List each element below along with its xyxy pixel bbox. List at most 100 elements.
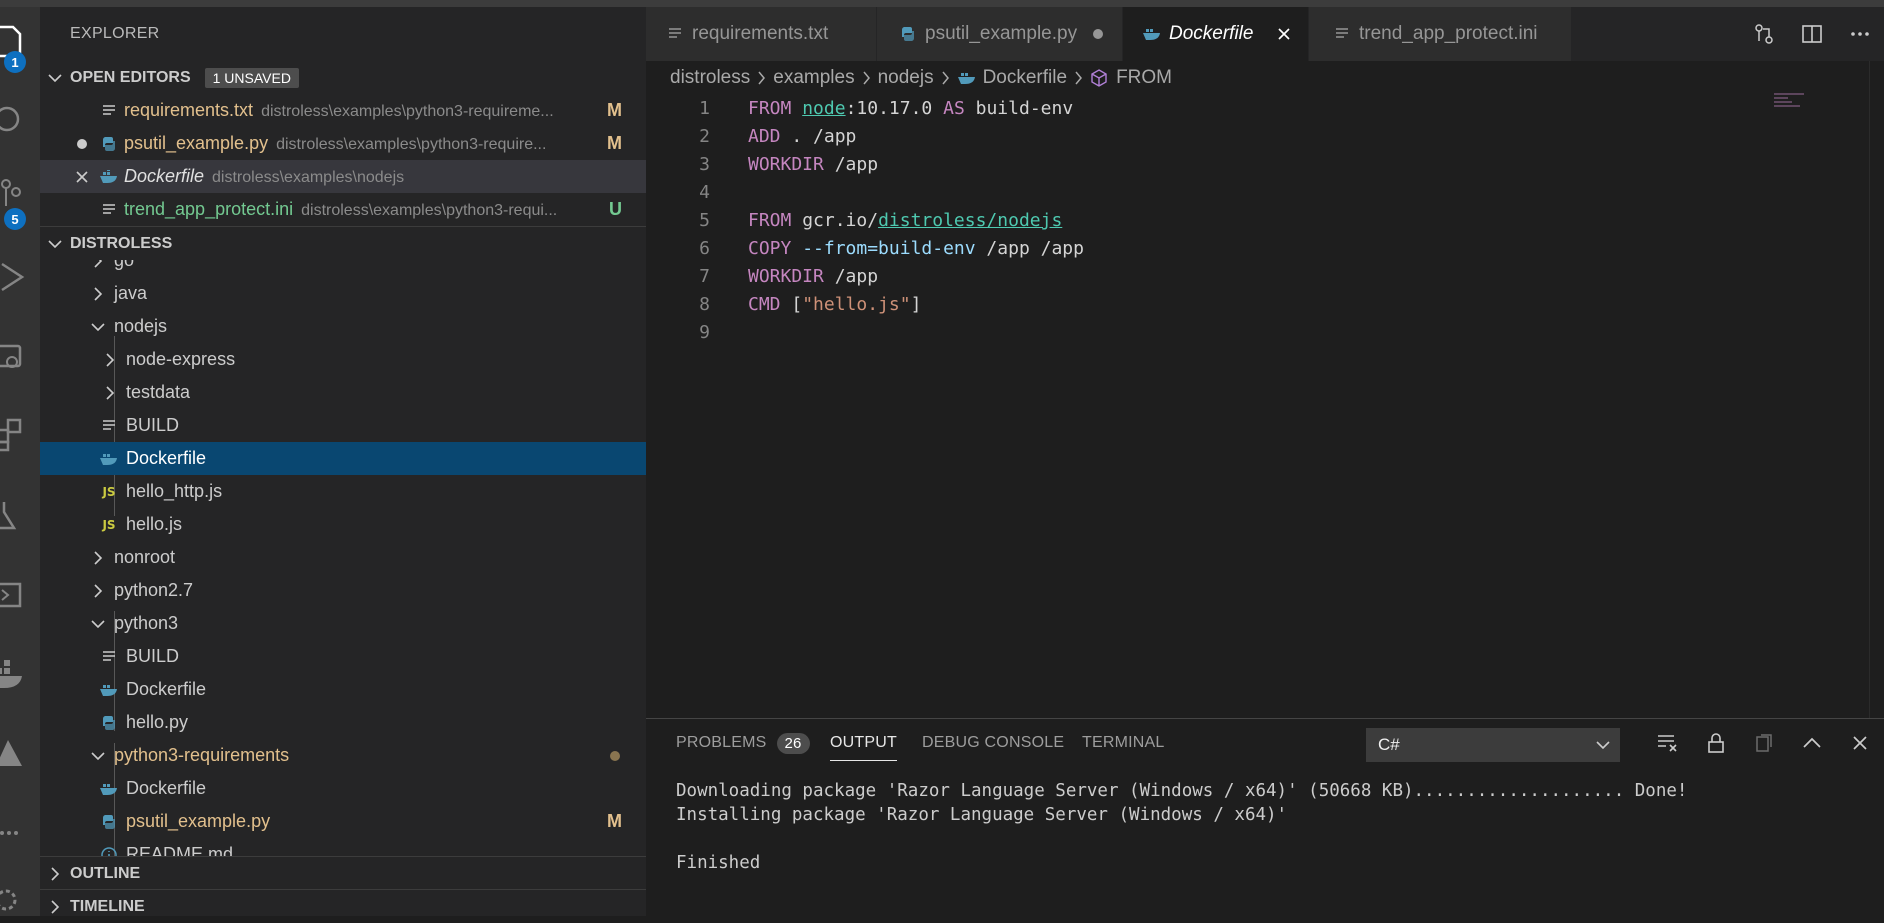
unsaved-dot-icon[interactable]	[72, 127, 92, 160]
panel-tab-terminal[interactable]: TERMINAL	[1082, 719, 1165, 767]
tree-folder-python3[interactable]: python3	[40, 607, 646, 640]
more-actions-icon[interactable]	[0, 813, 40, 853]
open-editor-dockerfile[interactable]: Dockerfile distroless\examples\nodejs	[40, 160, 646, 193]
breadcrumb-item[interactable]: nodejs	[878, 67, 934, 89]
breadcrumb-item[interactable]: FROM	[1116, 67, 1172, 89]
open-log-file-icon[interactable]	[1740, 733, 1788, 753]
panel-tab-debug-console[interactable]: DEBUG CONSOLE	[922, 719, 1064, 767]
text-file-icon	[658, 27, 692, 41]
panel-tab-problems[interactable]: PROBLEMS 26	[676, 719, 810, 767]
token-image[interactable]: node	[802, 98, 845, 119]
close-icon[interactable]	[72, 160, 92, 193]
tree-label: hello.js	[126, 514, 183, 534]
tab-trend-app-protect[interactable]: trend_app_protect.ini	[1309, 7, 1572, 61]
unsaved-badge: 1 UNSAVED	[204, 67, 299, 88]
tree-file-hello-js[interactable]: JS hello.js	[40, 508, 646, 541]
open-editor-psutil[interactable]: psutil_example.py distroless\examples\pyt…	[40, 127, 646, 160]
tree-file-readme[interactable]: README.md	[40, 838, 646, 856]
line-number: 1	[699, 98, 710, 119]
panel-tab-label: OUTPUT	[830, 734, 897, 751]
clear-output-icon[interactable]	[1644, 734, 1692, 752]
tree-folder-python3-requirements[interactable]: python3-requirements	[40, 739, 646, 772]
tab-requirements-txt[interactable]: requirements.txt	[646, 7, 877, 61]
tree-file-dockerfile[interactable]: Dockerfile	[40, 772, 646, 805]
chevron-right-icon	[1074, 71, 1083, 85]
tab-dockerfile[interactable]: Dockerfile	[1123, 7, 1309, 61]
open-changes-icon[interactable]	[1740, 23, 1788, 45]
tree-file-build[interactable]: BUILD	[40, 640, 646, 673]
manage-gear-icon[interactable]	[0, 877, 40, 917]
text-file-icon	[98, 640, 120, 673]
tree-folder-testdata[interactable]: testdata	[40, 376, 646, 409]
breadcrumb-item[interactable]: Dockerfile	[983, 67, 1067, 89]
folder-header-distroless[interactable]: DISTROLESS	[40, 226, 646, 260]
more-actions-icon[interactable]	[1836, 23, 1884, 45]
tree-label: BUILD	[126, 415, 180, 435]
maximize-panel-icon[interactable]	[1788, 737, 1836, 749]
active-tab-underline	[830, 760, 897, 761]
close-panel-icon[interactable]	[1836, 735, 1884, 751]
chevron-right-icon	[88, 260, 108, 277]
open-editor-name: psutil_example.py	[124, 133, 269, 153]
unsaved-dot-icon[interactable]	[1086, 7, 1110, 61]
tree-folder-python27[interactable]: python2.7	[40, 574, 646, 607]
outline-label: OUTLINE	[70, 864, 141, 882]
source-control-icon[interactable]: 5	[0, 173, 40, 230]
tree-folder-java[interactable]: java	[40, 277, 646, 310]
outline-header[interactable]: OUTLINE	[40, 856, 646, 890]
tree-file-hello-py[interactable]: hello.py	[40, 706, 646, 739]
panel-tab-label: PROBLEMS	[676, 734, 767, 751]
extensions-icon[interactable]	[0, 415, 40, 455]
lock-scroll-icon[interactable]	[1692, 733, 1740, 753]
tree-file-psutil-example[interactable]: psutil_example.py M	[40, 805, 646, 838]
code-line: 9	[646, 319, 1884, 347]
tree-folder-nodejs[interactable]: nodejs	[40, 310, 646, 343]
tree-label: python3	[114, 613, 179, 633]
tree-file-hello-http-js[interactable]: JS hello_http.js	[40, 475, 646, 508]
testing-flask-icon[interactable]	[0, 495, 40, 535]
chevron-right-icon	[88, 541, 108, 574]
token-text: build-env	[964, 98, 1074, 119]
open-editor-name: requirements.txt	[124, 100, 254, 120]
terminal-view-icon[interactable]	[0, 575, 40, 615]
tree-file-build[interactable]: BUILD	[40, 409, 646, 442]
azure-icon[interactable]	[0, 733, 40, 773]
tab-label: requirements.txt	[692, 23, 829, 44]
tree-file-dockerfile[interactable]: Dockerfile	[40, 673, 646, 706]
search-icon[interactable]	[0, 99, 40, 139]
breadcrumb-item[interactable]: examples	[773, 67, 854, 89]
output-channel-value: C#	[1378, 735, 1400, 754]
timeline-header[interactable]: TIMELINE	[40, 889, 646, 923]
open-editor-requirements[interactable]: requirements.txt distroless\examples\pyth…	[40, 94, 646, 127]
remote-explorer-icon[interactable]	[0, 337, 40, 377]
tree-label: BUILD	[126, 646, 180, 666]
token-image[interactable]: distroless/nodejs	[878, 210, 1062, 231]
docker-icon[interactable]	[0, 655, 40, 695]
tree-folder-go[interactable]: go	[40, 260, 646, 277]
tree-folder-node-express[interactable]: node-express	[40, 343, 646, 376]
open-editor-trend-ini[interactable]: trend_app_protect.ini distroless\examples…	[40, 193, 646, 226]
tree-label: Dockerfile	[126, 778, 207, 798]
tree-folder-nonroot[interactable]: nonroot	[40, 541, 646, 574]
panel-tab-output[interactable]: OUTPUT	[830, 719, 897, 767]
close-icon[interactable]	[1272, 7, 1296, 61]
folder-header-label: DISTROLESS	[70, 234, 173, 252]
token-keyword: FROM	[748, 210, 792, 231]
chevron-down-icon	[88, 310, 108, 343]
breadcrumb-item[interactable]: distroless	[670, 67, 750, 89]
tab-psutil-example[interactable]: psutil_example.py	[877, 7, 1123, 61]
tree-file-dockerfile-selected[interactable]: Dockerfile	[40, 442, 646, 475]
explorer-icon[interactable]: 1	[0, 21, 40, 73]
run-debug-icon[interactable]	[0, 257, 40, 297]
output-channel-select[interactable]: C#	[1366, 728, 1620, 762]
tree-label: node-express	[126, 349, 236, 369]
minimap[interactable]	[1774, 93, 1808, 113]
token-text: gcr.io/	[791, 210, 879, 231]
chevron-down-icon	[88, 607, 108, 640]
token-keyword: CMD	[748, 294, 781, 315]
editor-tabs: requirements.txt psutil_example.py Docke…	[646, 7, 1884, 61]
open-editors-header[interactable]: OPEN EDITORS 1 UNSAVED	[40, 61, 646, 94]
panel-tab-label: DEBUG CONSOLE	[922, 734, 1065, 751]
split-editor-icon[interactable]	[1788, 23, 1836, 45]
editor-scrollbar[interactable]	[1869, 61, 1884, 718]
